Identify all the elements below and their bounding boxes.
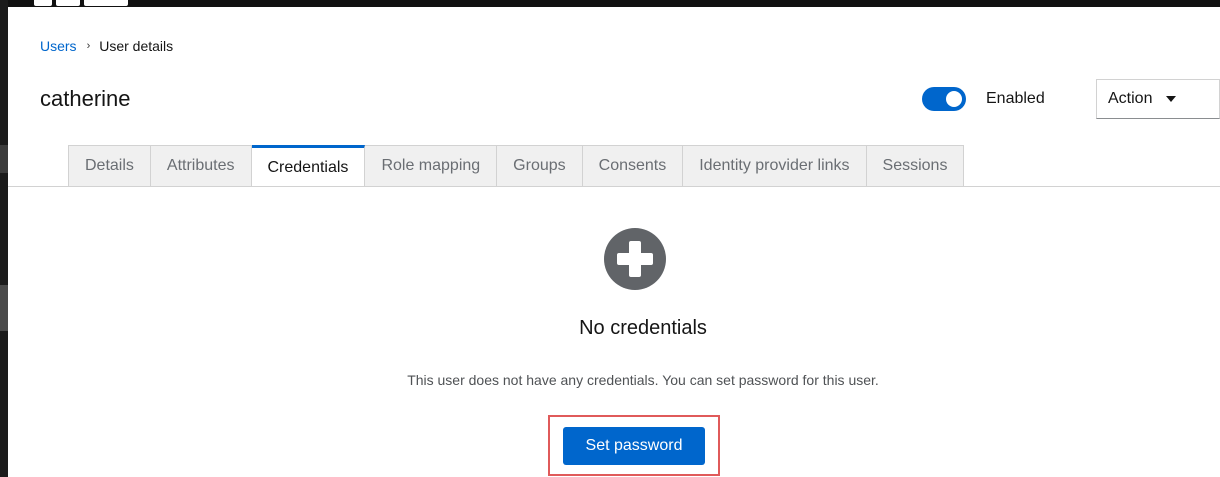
switch-knob bbox=[946, 91, 962, 107]
tab-consents[interactable]: Consents bbox=[582, 145, 684, 187]
tab-role-mapping[interactable]: Role mapping bbox=[365, 145, 498, 187]
empty-state-body: This user does not have any credentials.… bbox=[407, 372, 879, 388]
set-password-button[interactable]: Set password bbox=[563, 427, 705, 465]
caret-down-icon bbox=[1166, 96, 1177, 102]
plus-circle-icon bbox=[604, 228, 666, 290]
tab-identity-provider-links[interactable]: Identity provider links bbox=[683, 145, 867, 187]
tab-attributes[interactable]: Attributes bbox=[150, 145, 252, 187]
page-title: catherine bbox=[40, 86, 131, 111]
chevron-right-icon: › bbox=[86, 40, 91, 52]
breadcrumb-link-users[interactable]: Users bbox=[40, 38, 77, 54]
edge-notch bbox=[0, 285, 8, 331]
breadcrumb: Users › User details bbox=[40, 38, 173, 54]
tab-groups[interactable]: Groups bbox=[497, 145, 583, 187]
tab-details[interactable]: Details bbox=[68, 145, 151, 187]
tab-sessions[interactable]: Sessions bbox=[866, 145, 965, 187]
empty-state-title: No credentials bbox=[579, 317, 707, 339]
action-dropdown-label: Action bbox=[1108, 90, 1153, 107]
enabled-switch[interactable]: Enabled bbox=[922, 87, 1045, 111]
action-dropdown[interactable]: Action bbox=[1096, 79, 1220, 119]
enabled-label: Enabled bbox=[986, 90, 1045, 107]
tab-bar: Details Attributes Credentials Role mapp… bbox=[68, 145, 965, 187]
window-left-edge bbox=[0, 0, 8, 477]
breadcrumb-current: User details bbox=[99, 38, 174, 54]
window-top-edge bbox=[0, 0, 1220, 7]
toggle-switch[interactable] bbox=[922, 87, 966, 111]
edge-notch bbox=[0, 145, 8, 173]
tab-credentials[interactable]: Credentials bbox=[251, 145, 366, 187]
